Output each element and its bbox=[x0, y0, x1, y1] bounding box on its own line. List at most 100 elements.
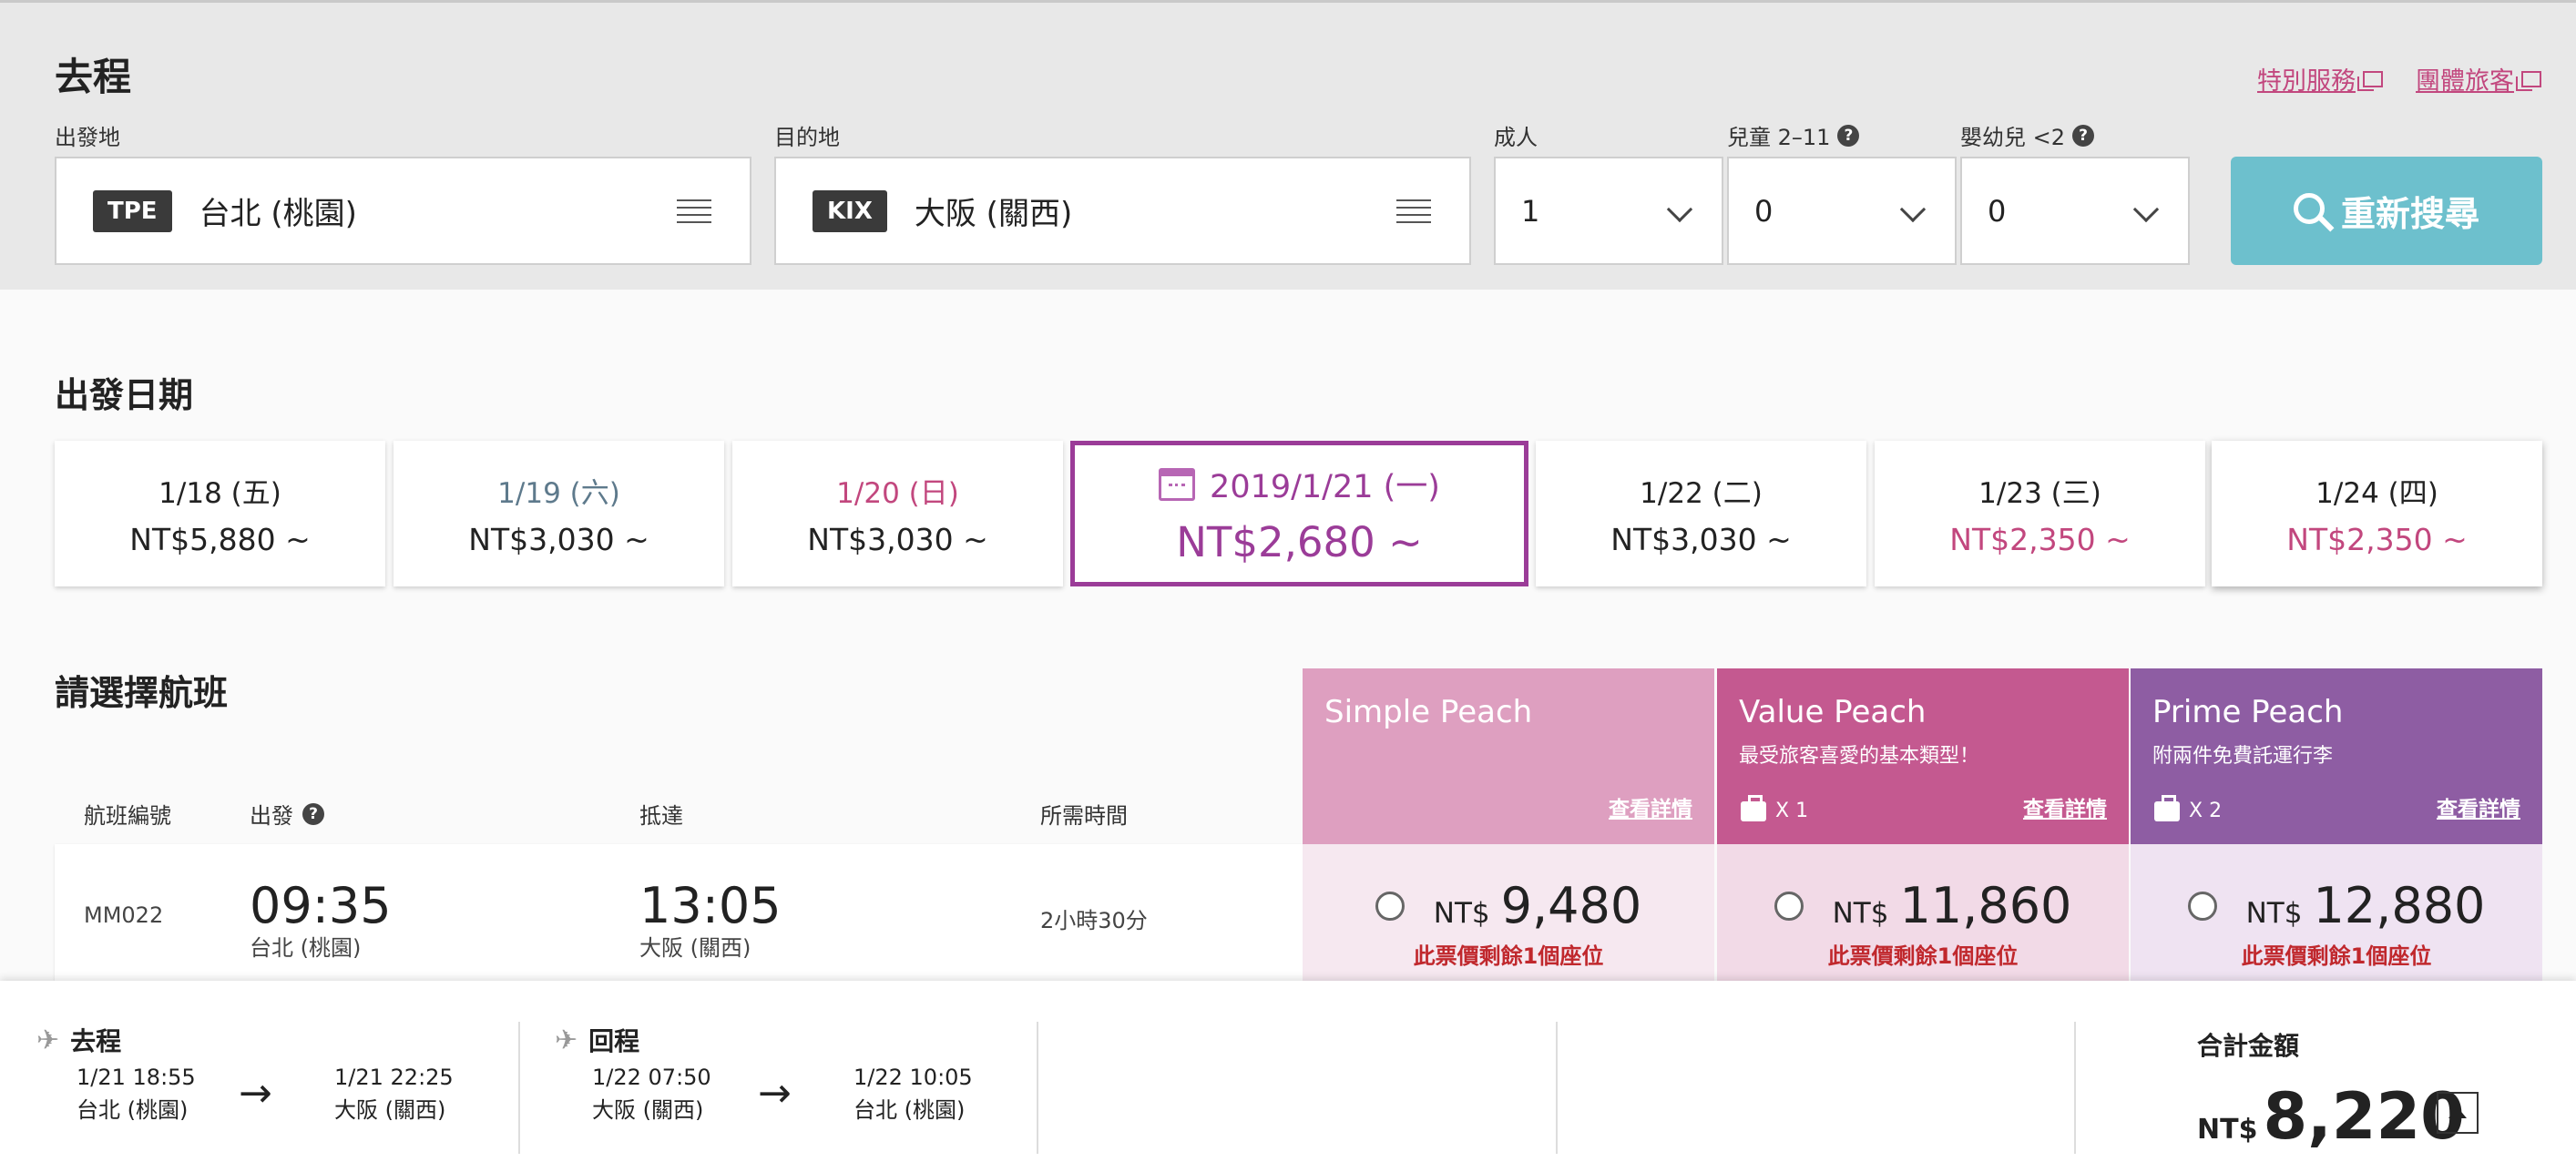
outbound-title-text: 去程 bbox=[70, 1026, 122, 1056]
date-price: NT$3,030 ~ bbox=[807, 522, 988, 557]
fare-price: NT$ 12,880 bbox=[2187, 877, 2485, 934]
fare-detail-link[interactable]: 查看詳情 bbox=[1609, 791, 1692, 822]
select-flight-title: 請選擇航班 bbox=[55, 673, 229, 713]
arrive-city: 大阪 (關西) bbox=[639, 935, 751, 961]
group-travel-label: 團體旅客 bbox=[2416, 67, 2514, 96]
calendar-icon bbox=[1159, 467, 1196, 501]
origin-field[interactable]: TPE 台北 (桃園) bbox=[55, 157, 751, 265]
fare-amount: 9,480 bbox=[1500, 877, 1642, 934]
fare-name: Prime Peach bbox=[2152, 694, 2344, 730]
external-link-icon bbox=[2357, 70, 2383, 91]
outbound-arr-time: 1/21 22:25 bbox=[334, 1065, 454, 1090]
divider bbox=[1556, 1022, 1558, 1154]
outbound-arrival: 1/21 22:25 大阪 (關西) bbox=[334, 1061, 454, 1126]
origin-label: 出發地 bbox=[55, 125, 120, 150]
infant-label: 嬰幼兒 <2? bbox=[1960, 119, 2095, 151]
date-card[interactable]: 1/18 (五) NT$5,880 ~ bbox=[55, 441, 385, 586]
plane-icon: ✈ bbox=[555, 1024, 578, 1056]
luggage-icon bbox=[1741, 794, 1766, 821]
plane-icon: ✈ bbox=[36, 1024, 60, 1056]
infant-select[interactable]: 0 bbox=[1960, 157, 2190, 265]
arrow-right-icon: → bbox=[239, 1070, 272, 1116]
date-selector: 1/18 (五) NT$5,880 ~ 1/19 (六) NT$3,030 ~ … bbox=[55, 441, 2542, 586]
outbound-departure: 1/21 18:55 台北 (桃園) bbox=[77, 1061, 196, 1126]
fare-currency: NT$ bbox=[2245, 897, 2303, 930]
search-panel: 去程 特別服務 團體旅客 出發地 TPE 台北 (桃園) 目的地 KIX 大阪 … bbox=[0, 0, 2576, 290]
inbound-arrival: 1/22 10:05 台北 (桃園) bbox=[854, 1061, 973, 1126]
search-button[interactable]: 重新搜尋 bbox=[2231, 157, 2542, 265]
divider bbox=[1037, 1022, 1038, 1154]
col-flight-no: 航班編號 bbox=[84, 803, 171, 829]
search-icon bbox=[2293, 192, 2325, 224]
inbound-departure: 1/22 07:50 大阪 (關西) bbox=[592, 1061, 711, 1126]
adult-value: 1 bbox=[1521, 193, 1540, 229]
list-icon[interactable] bbox=[677, 199, 711, 223]
date-card[interactable]: 1/20 (日) NT$3,030 ~ bbox=[732, 441, 1063, 586]
radio-button[interactable] bbox=[1375, 891, 1405, 921]
inbound-title: ✈ 回程 bbox=[555, 1022, 639, 1058]
divider bbox=[2074, 1022, 2076, 1154]
expand-summary-button[interactable] bbox=[2437, 1092, 2479, 1134]
date-label: 1/20 (日) bbox=[836, 477, 959, 510]
flight-row: MM022 09:35 台北 (桃園) 13:05 大阪 (關西) 2小時30分 bbox=[55, 844, 1303, 981]
outbound-dep-time: 1/21 18:55 bbox=[77, 1065, 196, 1090]
total-currency: NT$ bbox=[2197, 1114, 2258, 1146]
date-label-selected: 2019/1/21 (一) bbox=[1159, 461, 1440, 507]
chevron-down-icon bbox=[2132, 196, 2160, 223]
chevron-down-icon bbox=[1666, 196, 1693, 223]
outbound-arr-city: 大阪 (關西) bbox=[334, 1097, 446, 1123]
adult-select[interactable]: 1 bbox=[1494, 157, 1723, 265]
total-label: 合計金額 bbox=[2197, 1031, 2300, 1061]
group-travel-link[interactable]: 團體旅客 bbox=[2416, 61, 2541, 97]
infant-label-text: 嬰幼兒 <2 bbox=[1960, 125, 2066, 150]
fare-name: Value Peach bbox=[1739, 694, 1927, 730]
external-link-icon bbox=[2516, 70, 2541, 91]
inbound-title-text: 回程 bbox=[588, 1026, 640, 1056]
adult-label-text: 成人 bbox=[1494, 125, 1538, 150]
date-price: NT$3,030 ~ bbox=[468, 522, 649, 557]
destination-label: 目的地 bbox=[774, 125, 840, 150]
inbound-dep-time: 1/22 07:50 bbox=[592, 1065, 711, 1090]
destination-code: KIX bbox=[813, 189, 887, 232]
infant-value: 0 bbox=[1988, 193, 2007, 229]
fare-option-prime[interactable]: NT$ 12,880 此票價剩餘1個座位 bbox=[2131, 844, 2542, 981]
date-price: NT$2,350 ~ bbox=[2286, 522, 2468, 557]
child-select[interactable]: 0 bbox=[1727, 157, 1957, 265]
fare-header-prime: Prime Peach 附兩件免費託運行李 X 2 查看詳情 bbox=[2131, 668, 2542, 844]
seats-remaining: 此票價剩餘1個座位 bbox=[2241, 943, 2432, 969]
help-icon[interactable]: ? bbox=[2072, 124, 2095, 147]
date-card-selected[interactable]: 2019/1/21 (一) NT$2,680 ~ bbox=[1070, 441, 1528, 586]
list-icon[interactable] bbox=[1396, 199, 1431, 223]
child-label: 兒童 2–11? bbox=[1727, 119, 1860, 151]
fare-option-simple[interactable]: NT$ 9,480 此票價剩餘1個座位 bbox=[1303, 844, 1714, 981]
fare-desc: 附兩件免費託運行李 bbox=[2152, 745, 2334, 768]
divider bbox=[518, 1022, 520, 1154]
radio-button[interactable] bbox=[1774, 891, 1804, 921]
destination-field[interactable]: KIX 大阪 (關西) bbox=[774, 157, 1471, 265]
date-card[interactable]: 1/19 (六) NT$3,030 ~ bbox=[394, 441, 724, 586]
inbound-arr-time: 1/22 10:05 bbox=[854, 1065, 973, 1090]
date-card[interactable]: 1/24 (四) NT$2,350 ~ bbox=[2212, 441, 2542, 586]
outbound-dep-city: 台北 (桃園) bbox=[77, 1097, 189, 1123]
help-icon[interactable]: ? bbox=[1837, 124, 1860, 147]
help-icon[interactable]: ? bbox=[302, 802, 324, 825]
top-links: 特別服務 團體旅客 bbox=[2257, 61, 2541, 97]
fare-desc: 最受旅客喜愛的基本類型！ bbox=[1739, 745, 1980, 768]
luggage-icon bbox=[2154, 794, 2180, 821]
fare-detail-link[interactable]: 查看詳情 bbox=[2437, 791, 2520, 822]
date-card[interactable]: 1/22 (二) NT$3,030 ~ bbox=[1536, 441, 1866, 586]
date-label: 1/24 (四) bbox=[2315, 477, 2438, 510]
date-label-text: 2019/1/21 (一) bbox=[1210, 469, 1440, 505]
depart-time: 09:35 bbox=[250, 877, 392, 934]
date-price: NT$2,680 ~ bbox=[1176, 518, 1423, 566]
date-card[interactable]: 1/23 (三) NT$2,350 ~ bbox=[1875, 441, 2205, 586]
date-label: 1/23 (三) bbox=[1978, 477, 2101, 510]
fare-detail-link[interactable]: 查看詳情 bbox=[2023, 791, 2107, 822]
date-label: 1/22 (二) bbox=[1640, 477, 1763, 510]
fare-option-value[interactable]: NT$ 11,860 此票價剩餘1個座位 bbox=[1717, 844, 2129, 981]
radio-button[interactable] bbox=[2187, 891, 2217, 921]
fare-currency: NT$ bbox=[1832, 897, 1889, 930]
depart-city: 台北 (桃園) bbox=[250, 935, 362, 961]
inbound-dep-city: 大阪 (關西) bbox=[592, 1097, 704, 1123]
special-service-link[interactable]: 特別服務 bbox=[2257, 61, 2383, 97]
